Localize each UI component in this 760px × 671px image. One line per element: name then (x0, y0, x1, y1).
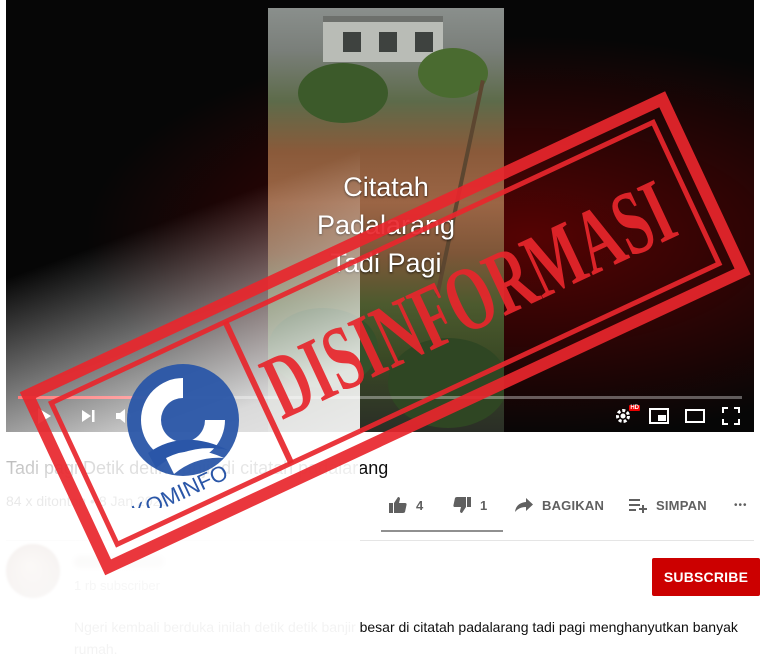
like-dislike-ratio-bar (381, 530, 503, 532)
video-bush (268, 308, 378, 388)
video-bush (298, 63, 388, 123)
next-icon (82, 410, 95, 422)
subscribe-button[interactable]: SUBSCRIBE (652, 558, 760, 596)
video-caption-line: Padalarang (316, 210, 456, 240)
video-house (323, 16, 443, 62)
next-button[interactable] (76, 404, 100, 428)
fullscreen-icon (722, 407, 740, 425)
add-to-playlist-icon (629, 499, 647, 513)
save-label: SIMPAN (656, 497, 707, 513)
thumbs-up-icon (389, 497, 407, 513)
channel-avatar[interactable] (6, 544, 60, 598)
miniplayer-icon (649, 408, 669, 424)
share-icon (515, 498, 533, 512)
theater-mode-icon (685, 409, 705, 423)
channel-name-blurred[interactable] (74, 556, 164, 568)
play-icon (38, 408, 51, 424)
video-frame[interactable]: Citatah Padalarang Tadi Pagi (268, 8, 504, 432)
divider (6, 540, 754, 541)
settings-button[interactable]: HD (610, 404, 640, 428)
thumbs-down-icon (453, 497, 471, 513)
share-label: BAGIKAN (542, 497, 605, 513)
share-button[interactable]: BAGIKAN (514, 494, 604, 516)
video-description: Ngeri kembali berduka inilah detik detik… (74, 619, 738, 657)
dislike-count: 1 (480, 497, 488, 513)
subscriber-count: 1 rb subscriber (74, 578, 160, 593)
like-button[interactable]: 4 (388, 494, 423, 516)
more-icon: ••• (734, 499, 748, 511)
more-actions-button[interactable]: ••• (734, 494, 748, 516)
save-button[interactable]: SIMPAN (628, 494, 707, 516)
theater-mode-button[interactable] (682, 404, 708, 428)
miniplayer-button[interactable] (646, 404, 672, 428)
like-count: 4 (416, 497, 424, 513)
play-button[interactable] (32, 404, 56, 428)
dislike-button[interactable]: 1 (452, 494, 487, 516)
kominfo-logo: KOMINFO (127, 364, 239, 508)
fullscreen-button[interactable] (718, 404, 744, 428)
video-caption-line: Tadi Pagi (330, 248, 442, 278)
video-caption: Citatah Padalarang Tadi Pagi (268, 168, 504, 282)
video-caption-line: Citatah (343, 172, 429, 202)
hd-badge: HD (629, 405, 640, 411)
